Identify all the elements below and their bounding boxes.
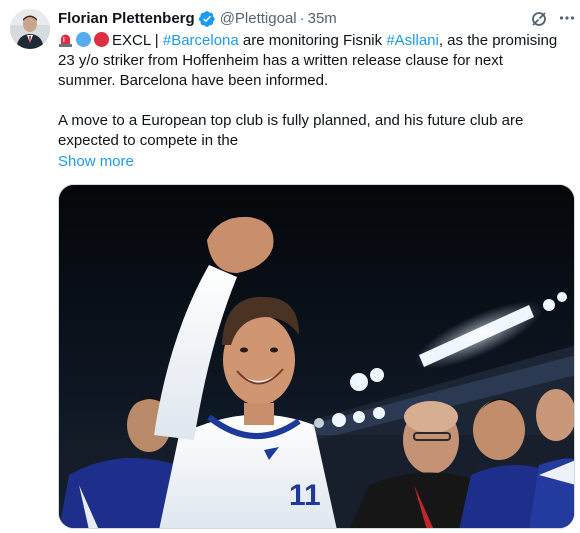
tweet[interactable]: Florian Plettenberg @Plettigoal · 35m EX… (0, 0, 580, 533)
separator-dot: · (299, 10, 305, 27)
author-handle[interactable]: @Plettigoal (220, 9, 297, 29)
tweet-paragraph-1: EXCL | #Barcelona are monitoring Fisnik … (58, 31, 563, 91)
verified-badge-icon[interactable] (198, 10, 216, 28)
timestamp[interactable]: 35m (308, 9, 337, 29)
football-celebration-photo: 11 (59, 185, 574, 528)
tweet-header: Florian Plettenberg @Plettigoal · 35m (58, 9, 337, 29)
grok-icon[interactable] (530, 10, 548, 28)
tweet-paragraph-2: A move to a European top club is fully p… (58, 112, 524, 149)
tweet-text-segment: are monitoring Fisnik (238, 32, 387, 49)
media-photo[interactable]: 11 (58, 184, 575, 529)
more-horizontal-icon[interactable] (558, 9, 576, 27)
display-name[interactable]: Florian Plettenberg (58, 9, 195, 29)
blue-circle-emoji (76, 32, 91, 47)
tweet-text: EXCL | #Barcelona are monitoring Fisnik … (58, 31, 563, 151)
red-circle-emoji (94, 32, 109, 47)
hashtag-asllani-link[interactable]: #Asllani (386, 32, 439, 49)
show-more-link[interactable]: Show more (58, 152, 134, 172)
hashtag-barcelona-link[interactable]: #Barcelona (163, 32, 239, 49)
shirt-number: 11 (289, 479, 321, 512)
avatar[interactable] (10, 9, 50, 49)
tweet-text-segment: EXCL | (112, 32, 163, 49)
rotating-light-emoji (58, 32, 73, 47)
